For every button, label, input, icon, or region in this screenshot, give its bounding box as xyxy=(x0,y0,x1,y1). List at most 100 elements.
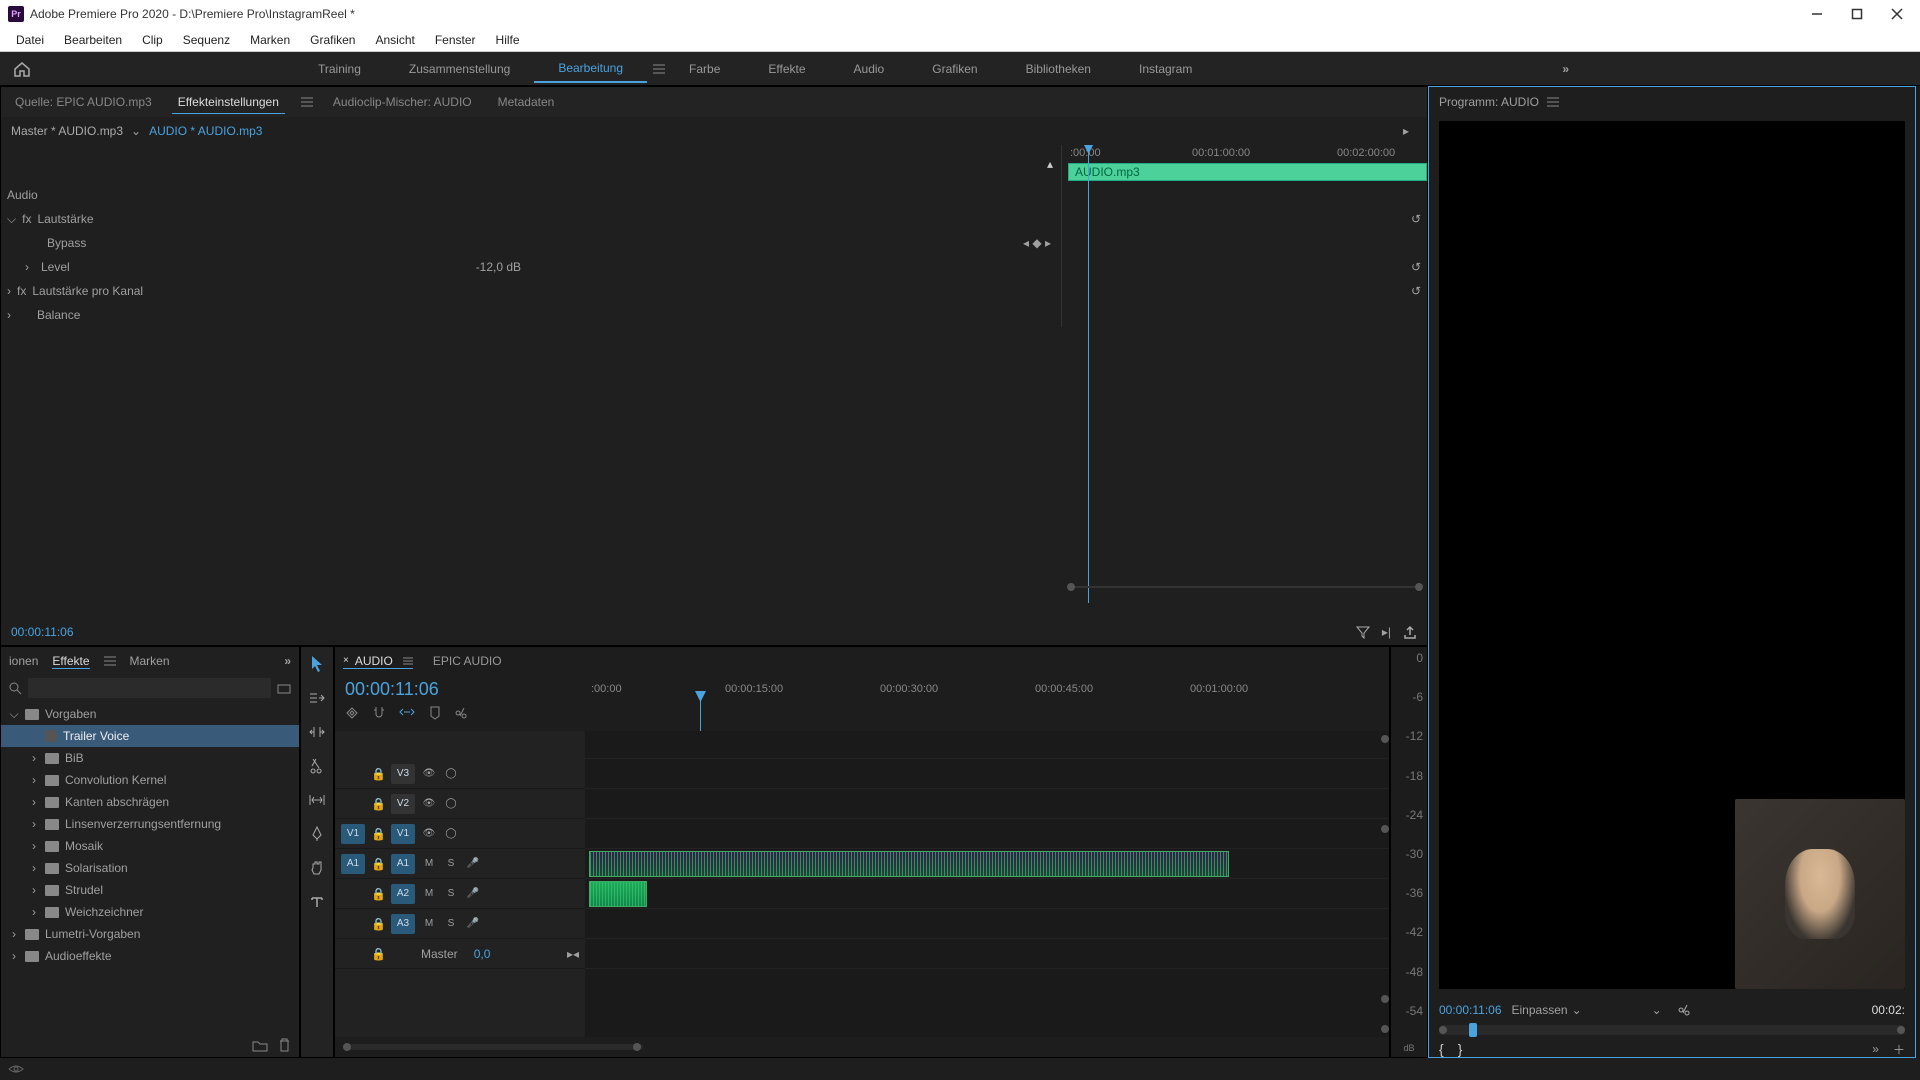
twisty-icon[interactable]: › xyxy=(29,905,39,919)
track-target-a1[interactable]: A1 xyxy=(391,854,415,874)
tree-folder[interactable]: ›Weichzeichner xyxy=(1,901,299,923)
master-value[interactable]: 0,0 xyxy=(474,947,491,961)
workspace-overflow-icon[interactable]: » xyxy=(1562,62,1570,76)
trash-icon[interactable] xyxy=(278,1038,291,1052)
workspace-bibliotheken[interactable]: Bibliotheken xyxy=(1002,56,1115,82)
workspace-audio[interactable]: Audio xyxy=(830,56,909,82)
mark-out-icon[interactable]: } xyxy=(1458,1041,1463,1057)
panel-overflow-icon[interactable]: » xyxy=(284,654,291,668)
toggle-output-icon[interactable]: 👁 xyxy=(421,826,437,842)
voiceover-icon[interactable]: 🎤 xyxy=(465,856,481,872)
track-target-v2[interactable]: V2 xyxy=(391,794,415,814)
close-tab-icon[interactable]: × xyxy=(343,655,349,666)
track-target-a2[interactable]: A2 xyxy=(391,884,415,904)
menu-sequenz[interactable]: Sequenz xyxy=(173,30,240,50)
voiceover-icon[interactable]: 🎤 xyxy=(465,916,481,932)
menu-clip[interactable]: Clip xyxy=(132,30,173,50)
lock-icon[interactable]: 🔒 xyxy=(371,857,385,871)
menu-bearbeiten[interactable]: Bearbeiten xyxy=(54,30,132,50)
workspace-grafiken[interactable]: Grafiken xyxy=(908,56,1001,82)
fx-badge-icon[interactable]: fx xyxy=(22,212,31,226)
new-bin-icon[interactable] xyxy=(277,682,291,694)
tab-effekte[interactable]: Effekte xyxy=(52,654,89,669)
mute-button[interactable]: M xyxy=(421,916,437,932)
tree-preset[interactable]: Trailer Voice xyxy=(1,725,299,747)
tree-folder[interactable]: ›Solarisation xyxy=(1,857,299,879)
slip-tool-icon[interactable] xyxy=(306,789,328,811)
menu-grafiken[interactable]: Grafiken xyxy=(300,30,365,50)
panel-menu-icon[interactable] xyxy=(403,657,413,665)
twisty-icon[interactable]: › xyxy=(29,839,39,853)
twisty-icon[interactable]: ⌵ xyxy=(9,707,19,722)
toggle-output-icon[interactable]: 👁 xyxy=(421,766,437,782)
tab-marken[interactable]: Marken xyxy=(130,654,170,668)
workspace-bearbeitung[interactable]: Bearbeitung xyxy=(534,55,647,83)
export-icon[interactable] xyxy=(1403,625,1417,639)
lock-icon[interactable]: 🔒 xyxy=(371,767,385,781)
toggle-sync-lock-icon[interactable]: ◯ xyxy=(443,796,459,812)
tree-folder[interactable]: ›Lumetri-Vorgaben xyxy=(1,923,299,945)
tab-truncated[interactable]: ionen xyxy=(9,654,38,668)
marker-icon[interactable] xyxy=(429,706,441,720)
twisty-icon[interactable]: › xyxy=(9,927,19,941)
menu-fenster[interactable]: Fenster xyxy=(425,30,486,50)
workspace-zusammenstellung[interactable]: Zusammenstellung xyxy=(385,56,534,82)
track-target-v1[interactable]: V1 xyxy=(391,824,415,844)
solo-button[interactable]: S xyxy=(443,856,459,872)
timeline-vertical-scrollbar[interactable] xyxy=(1381,735,1387,1033)
prev-keyframe-icon[interactable]: ◂ xyxy=(1023,236,1029,250)
twisty-icon[interactable]: › xyxy=(9,949,19,963)
workspace-training[interactable]: Training xyxy=(294,56,385,82)
voiceover-icon[interactable]: 🎤 xyxy=(465,886,481,902)
search-icon[interactable] xyxy=(9,682,22,695)
program-timecode[interactable]: 00:00:11:06 xyxy=(1439,1003,1502,1017)
program-tab[interactable]: Programm: AUDIO xyxy=(1439,95,1539,109)
snap-icon[interactable] xyxy=(373,706,385,720)
tree-folder[interactable]: ›Strudel xyxy=(1,879,299,901)
panel-menu-icon[interactable] xyxy=(1547,97,1559,107)
lock-icon[interactable]: 🔒 xyxy=(371,827,385,841)
settings-icon[interactable] xyxy=(1678,1003,1692,1017)
minimize-button[interactable] xyxy=(1808,5,1826,23)
timeline-timecode[interactable]: 00:00:11:06 xyxy=(345,679,575,700)
track-select-tool-icon[interactable] xyxy=(306,687,328,709)
status-eye-icon[interactable] xyxy=(8,1063,24,1075)
track-target-a3[interactable]: A3 xyxy=(391,914,415,934)
source-patch-a1[interactable]: A1 xyxy=(341,854,365,874)
twisty-icon[interactable]: › xyxy=(29,795,39,809)
timeline-ruler[interactable]: :00:00 00:00:15:00 00:00:30:00 00:00:45:… xyxy=(585,675,1389,731)
search-input[interactable] xyxy=(28,678,271,698)
level-value[interactable]: -12,0 dB xyxy=(476,260,521,274)
timeline-tracks[interactable] xyxy=(585,731,1389,1037)
tree-folder[interactable]: ›Kanten abschrägen xyxy=(1,791,299,813)
twisty-down-icon[interactable]: ⌵ xyxy=(7,212,16,227)
toggle-output-icon[interactable]: 👁 xyxy=(421,796,437,812)
close-button[interactable] xyxy=(1888,5,1906,23)
audio-clip-a1[interactable] xyxy=(589,851,1229,877)
audio-clip-a2[interactable] xyxy=(589,881,647,907)
ripple-edit-tool-icon[interactable] xyxy=(306,721,328,743)
tree-folder[interactable]: ›Linsenverzerrungsentfernung xyxy=(1,813,299,835)
source-patch-v1[interactable]: V1 xyxy=(341,824,365,844)
toggle-sync-lock-icon[interactable]: ◯ xyxy=(443,766,459,782)
sequence-tab-audio[interactable]: ×AUDIO xyxy=(343,654,413,669)
twisty-right-icon[interactable]: › xyxy=(7,284,11,298)
hand-tool-icon[interactable] xyxy=(306,857,328,879)
twisty-icon[interactable]: › xyxy=(29,817,39,831)
tree-folder[interactable]: ›Convolution Kernel xyxy=(1,769,299,791)
twisty-icon[interactable]: › xyxy=(29,751,39,765)
selection-tool-icon[interactable] xyxy=(306,653,328,675)
clip-bar[interactable]: AUDIO.mp3 xyxy=(1068,163,1427,181)
toggle-sync-lock-icon[interactable]: ◯ xyxy=(443,826,459,842)
nest-icon[interactable] xyxy=(345,706,359,720)
razor-tool-icon[interactable] xyxy=(306,755,328,777)
workspace-effekte[interactable]: Effekte xyxy=(744,56,829,82)
resolution-dropdown[interactable]: ⌄ xyxy=(1652,1003,1662,1017)
pen-tool-icon[interactable] xyxy=(306,823,328,845)
program-overflow-icon[interactable]: » xyxy=(1872,1042,1879,1056)
workspace-menu-icon[interactable] xyxy=(653,64,665,74)
tab-audio-clip-mixer[interactable]: Audioclip-Mischer: AUDIO xyxy=(327,91,478,113)
workspace-instagram[interactable]: Instagram xyxy=(1115,56,1216,82)
tree-folder[interactable]: ⌵Vorgaben xyxy=(1,703,299,725)
program-playhead[interactable] xyxy=(1469,1023,1477,1037)
